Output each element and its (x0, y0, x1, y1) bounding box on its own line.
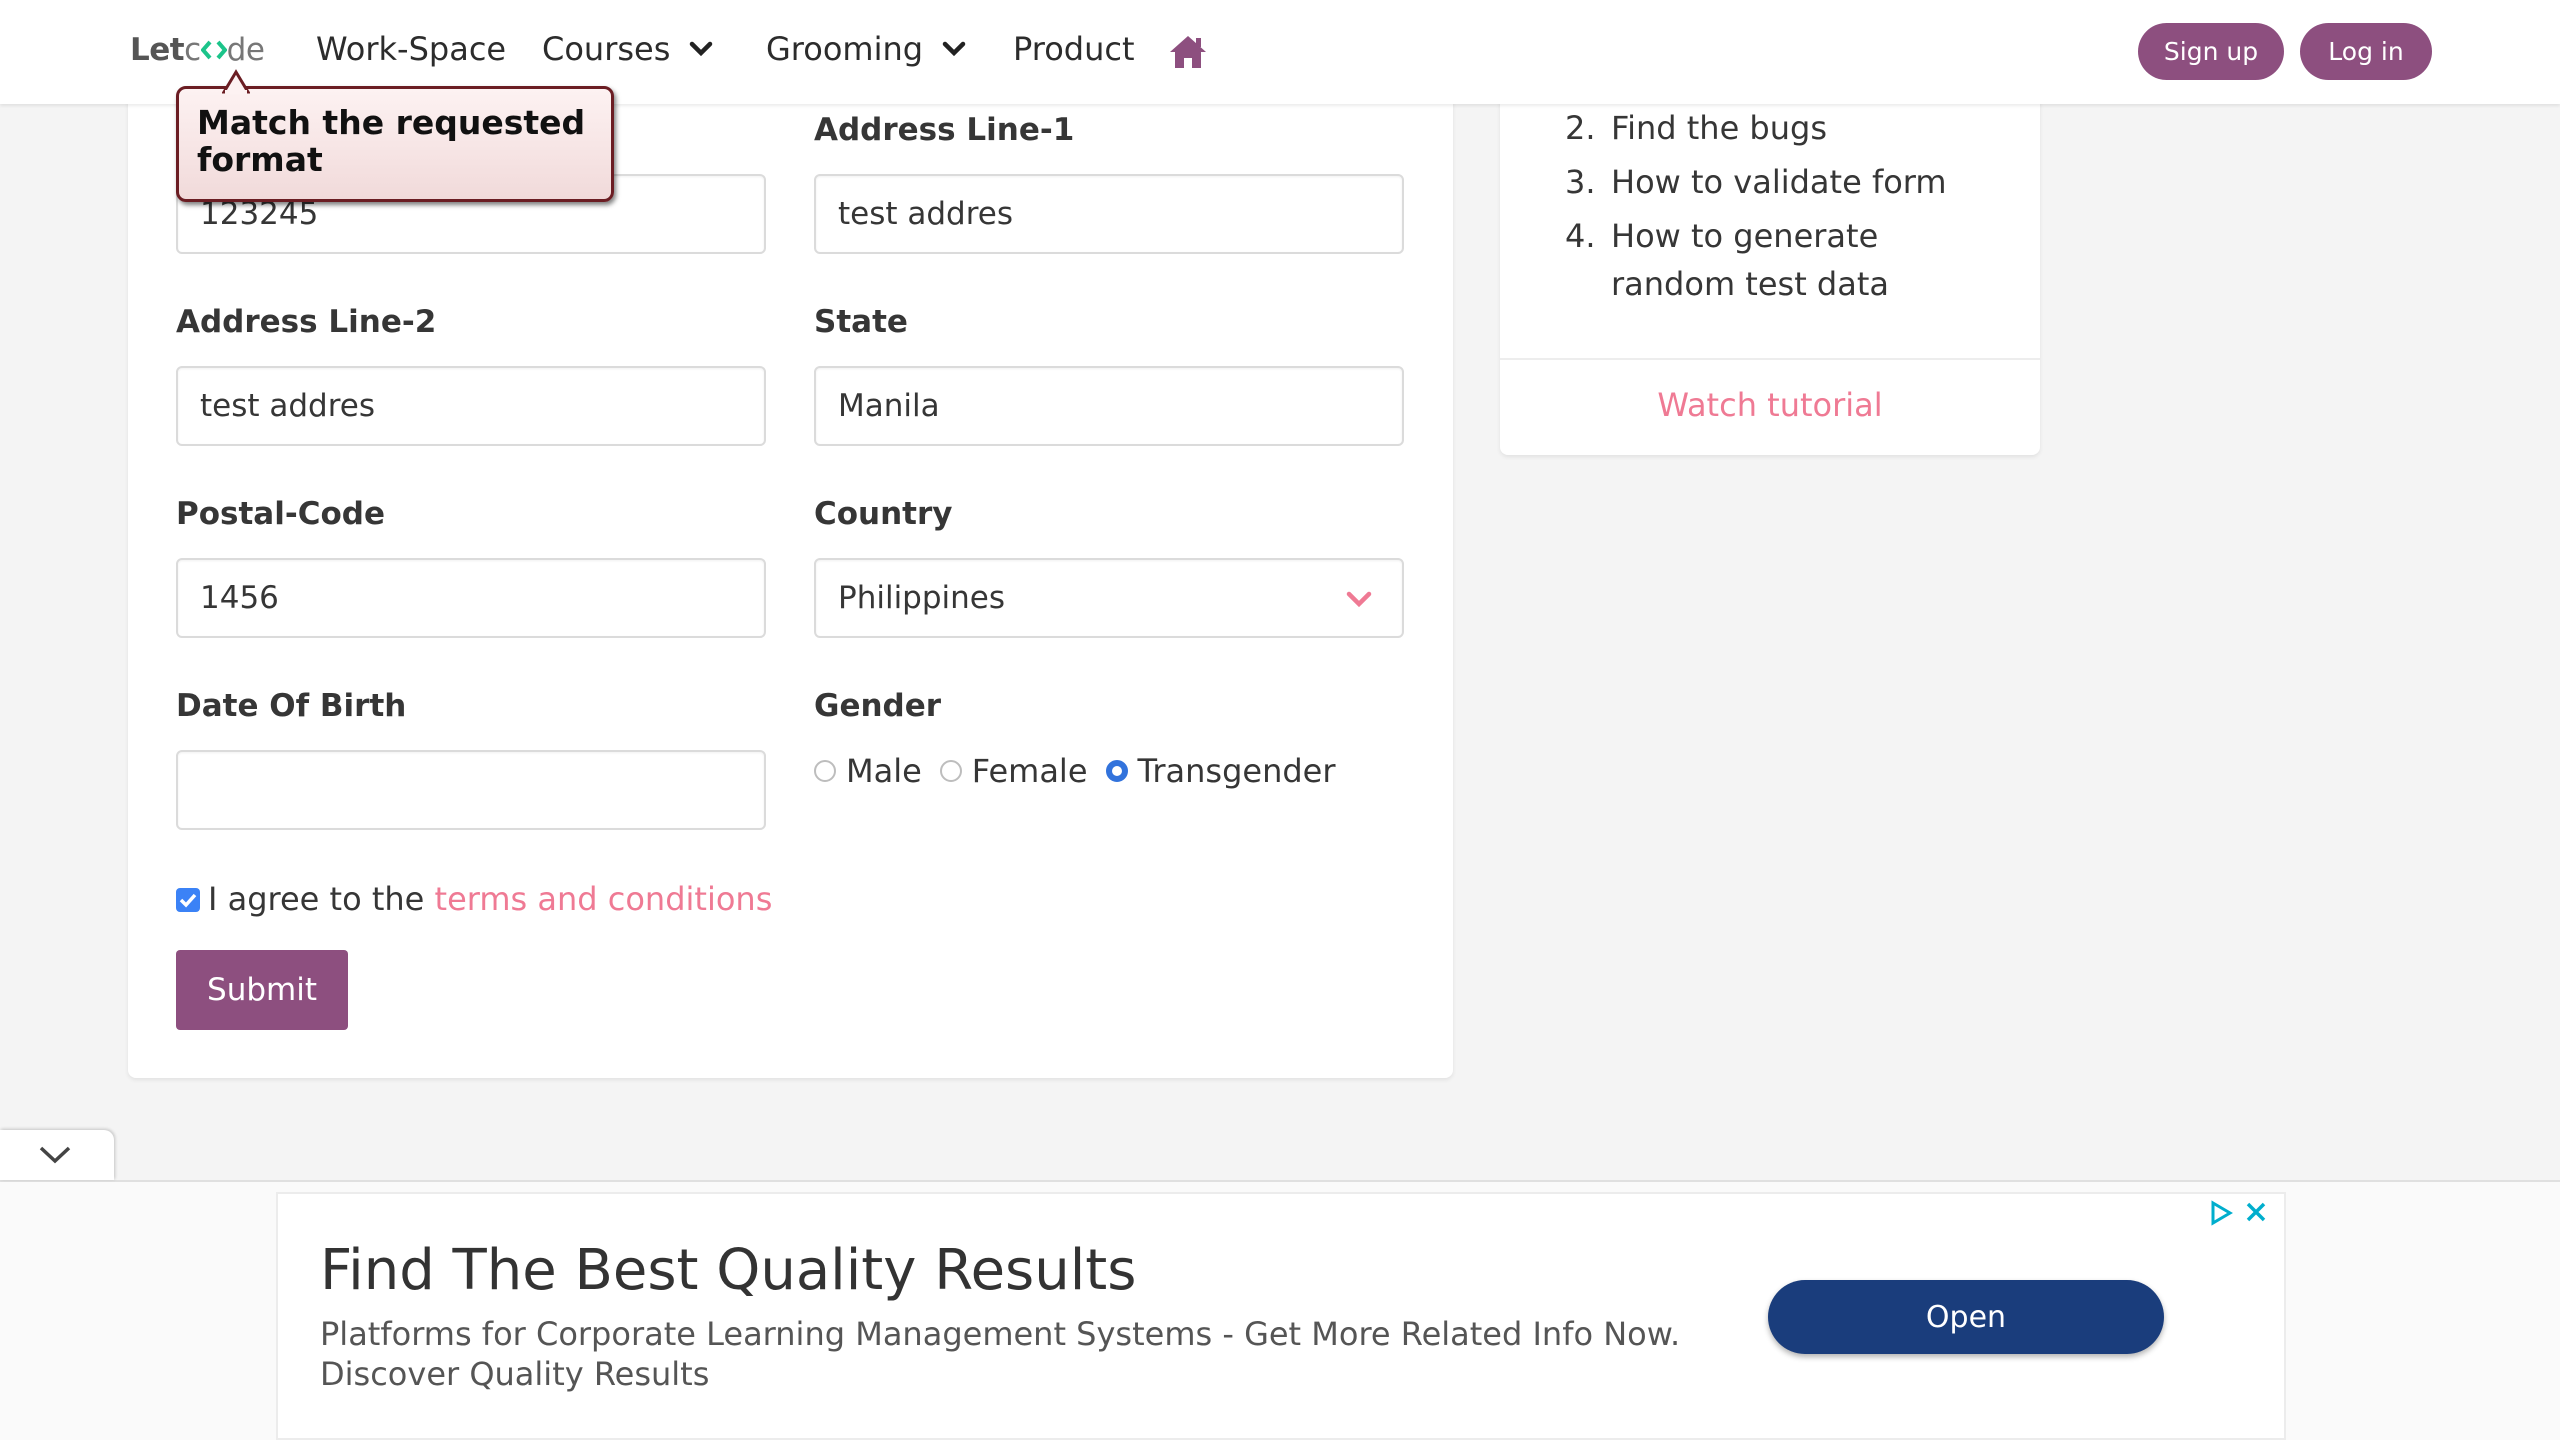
list-item: 2. Find the bugs (1565, 104, 2011, 152)
list-item-number: 2. (1565, 109, 1596, 147)
logo-code-icon (200, 40, 227, 60)
country-label: Country (814, 496, 953, 532)
radio-transgender[interactable] (1105, 760, 1128, 782)
list-item-text: Find the bugs (1611, 109, 1827, 147)
logo-let: Let (130, 32, 185, 68)
state-input[interactable]: Manila (814, 366, 1404, 446)
country-select[interactable]: Philippines (814, 558, 1404, 638)
country-value: Philippines (838, 580, 1006, 616)
radio-male[interactable] (814, 760, 836, 782)
address1-input[interactable]: test addres (814, 174, 1404, 254)
list-item-text: How to generate random test data (1611, 217, 1889, 303)
address1-value: test addres (838, 196, 1014, 232)
chevron-down-icon (690, 41, 713, 57)
ad-controls (2208, 1200, 2268, 1226)
check-icon (179, 893, 197, 908)
tooltip-arrow (222, 69, 250, 94)
list-item-number: 4. (1565, 217, 1596, 255)
address2-value: test addres (200, 388, 376, 424)
postal-input[interactable]: 1456 (176, 558, 766, 638)
logo-code: c de (184, 32, 265, 68)
nav-product-label: Product (1013, 30, 1135, 68)
watch-tutorial-link[interactable]: Watch tutorial (1500, 386, 2040, 424)
agree-checkbox[interactable] (176, 888, 200, 912)
radio-female-label[interactable]: Female (972, 752, 1088, 790)
postal-value: 1456 (200, 580, 279, 616)
postal-label: Postal-Code (176, 496, 385, 532)
adchoices-icon[interactable] (2208, 1200, 2234, 1226)
radio-female[interactable] (939, 760, 962, 782)
nav-courses[interactable]: Courses (542, 30, 718, 68)
nav-product[interactable]: Product (1013, 30, 1135, 68)
ad-banner[interactable]: Find The Best Quality Results Platforms … (276, 1192, 2286, 1440)
dob-input[interactable] (176, 750, 766, 830)
tooltip-message: Match the requested format (197, 103, 586, 179)
tutorial-list: 2. Find the bugs 3. How to validate form… (1565, 104, 2011, 316)
login-button[interactable]: Log in (2300, 23, 2432, 80)
gender-radio-group: Male Female Transgender (814, 752, 1354, 790)
agree-text: I agree to the terms and conditions (208, 880, 772, 918)
logo[interactable]: Let c de (130, 32, 265, 68)
chevron-down-icon (1346, 591, 1372, 608)
agree-label: I agree to the (208, 880, 435, 918)
chevron-down-icon (942, 41, 966, 57)
list-item-number: 3. (1565, 163, 1596, 201)
tutorial-card: 2. Find the bugs 3. How to validate form… (1500, 60, 2040, 455)
list-item: 3. How to validate form (1565, 158, 2011, 206)
logo-de: de (226, 32, 265, 68)
radio-male-label[interactable]: Male (846, 752, 922, 790)
signup-button[interactable]: Sign up (2138, 23, 2284, 80)
chevron-down-icon (39, 1146, 71, 1164)
nav-workspace[interactable]: Work-Space (316, 30, 506, 68)
state-value: Manila (838, 388, 940, 424)
address2-input[interactable]: test addres (176, 366, 766, 446)
logo-c: c (184, 32, 201, 68)
ad-open-button[interactable]: Open (1768, 1280, 2164, 1354)
radio-transgender-label[interactable]: Transgender (1138, 752, 1336, 790)
terms-link[interactable]: terms and conditions (435, 880, 773, 918)
ad-description: Platforms for Corporate Learning Managem… (320, 1315, 1681, 1393)
close-icon[interactable] (2244, 1200, 2268, 1224)
nav-workspace-label: Work-Space (316, 30, 507, 68)
submit-button[interactable]: Submit (176, 950, 348, 1030)
nav-grooming[interactable]: Grooming (766, 30, 971, 68)
gender-label: Gender (814, 688, 942, 724)
nav-grooming-label: Grooming (766, 30, 924, 68)
home-icon[interactable] (1168, 34, 1208, 70)
ad-title[interactable]: Find The Best Quality Results (320, 1238, 1136, 1303)
address2-label: Address Line-2 (176, 304, 437, 340)
state-label: State (814, 304, 908, 340)
ad-collapse-tab[interactable] (0, 1130, 114, 1180)
validation-tooltip: Match the requested format (176, 86, 614, 202)
address1-label: Address Line-1 (814, 112, 1075, 148)
nav-courses-label: Courses (542, 30, 671, 68)
list-item: 4. How to generate random test data (1565, 212, 2011, 308)
list-item-text: How to validate form (1611, 163, 1947, 201)
card-divider (1500, 358, 2040, 360)
registration-form: 123245 Address Line-1 test addres Addres… (128, 60, 1453, 1078)
dob-label: Date Of Birth (176, 688, 407, 724)
